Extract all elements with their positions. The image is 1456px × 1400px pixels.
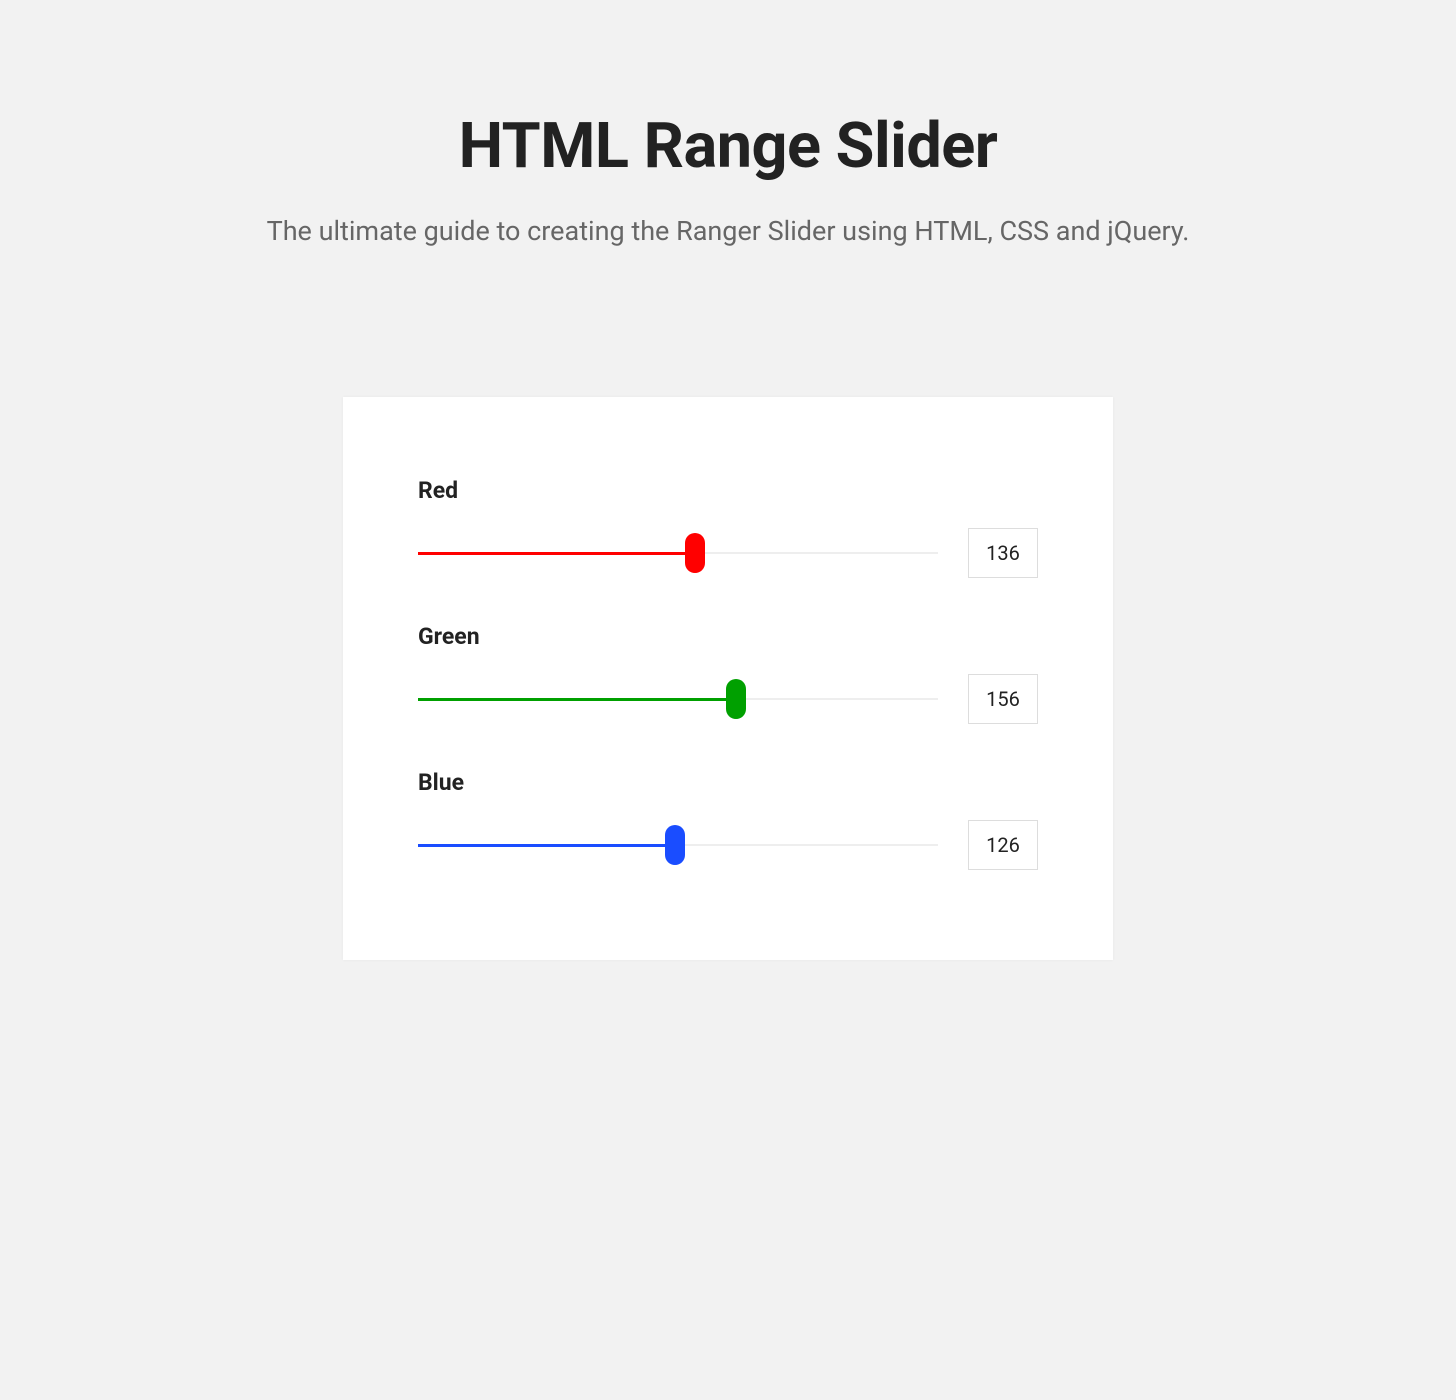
red-label: Red: [418, 477, 1038, 504]
slider-card: Red 136 Green 156: [343, 397, 1113, 960]
red-slider[interactable]: [418, 533, 938, 573]
green-thumb[interactable]: [726, 679, 746, 719]
green-track-fill: [418, 698, 736, 701]
slider-group-red: Red 136: [418, 477, 1038, 578]
green-value-input[interactable]: 156: [968, 674, 1038, 724]
red-value-input[interactable]: 136: [968, 528, 1038, 578]
blue-thumb[interactable]: [665, 825, 685, 865]
page-subtitle: The ultimate guide to creating the Range…: [0, 215, 1456, 247]
blue-slider[interactable]: [418, 825, 938, 865]
blue-label: Blue: [418, 769, 1038, 796]
red-track-fill: [418, 552, 695, 555]
red-thumb[interactable]: [685, 533, 705, 573]
blue-track-fill: [418, 844, 675, 847]
slider-group-green: Green 156: [418, 623, 1038, 724]
slider-group-blue: Blue 126: [418, 769, 1038, 870]
green-label: Green: [418, 623, 1038, 650]
page-title: HTML Range Slider: [0, 110, 1456, 183]
blue-value-input[interactable]: 126: [968, 820, 1038, 870]
green-slider[interactable]: [418, 679, 938, 719]
